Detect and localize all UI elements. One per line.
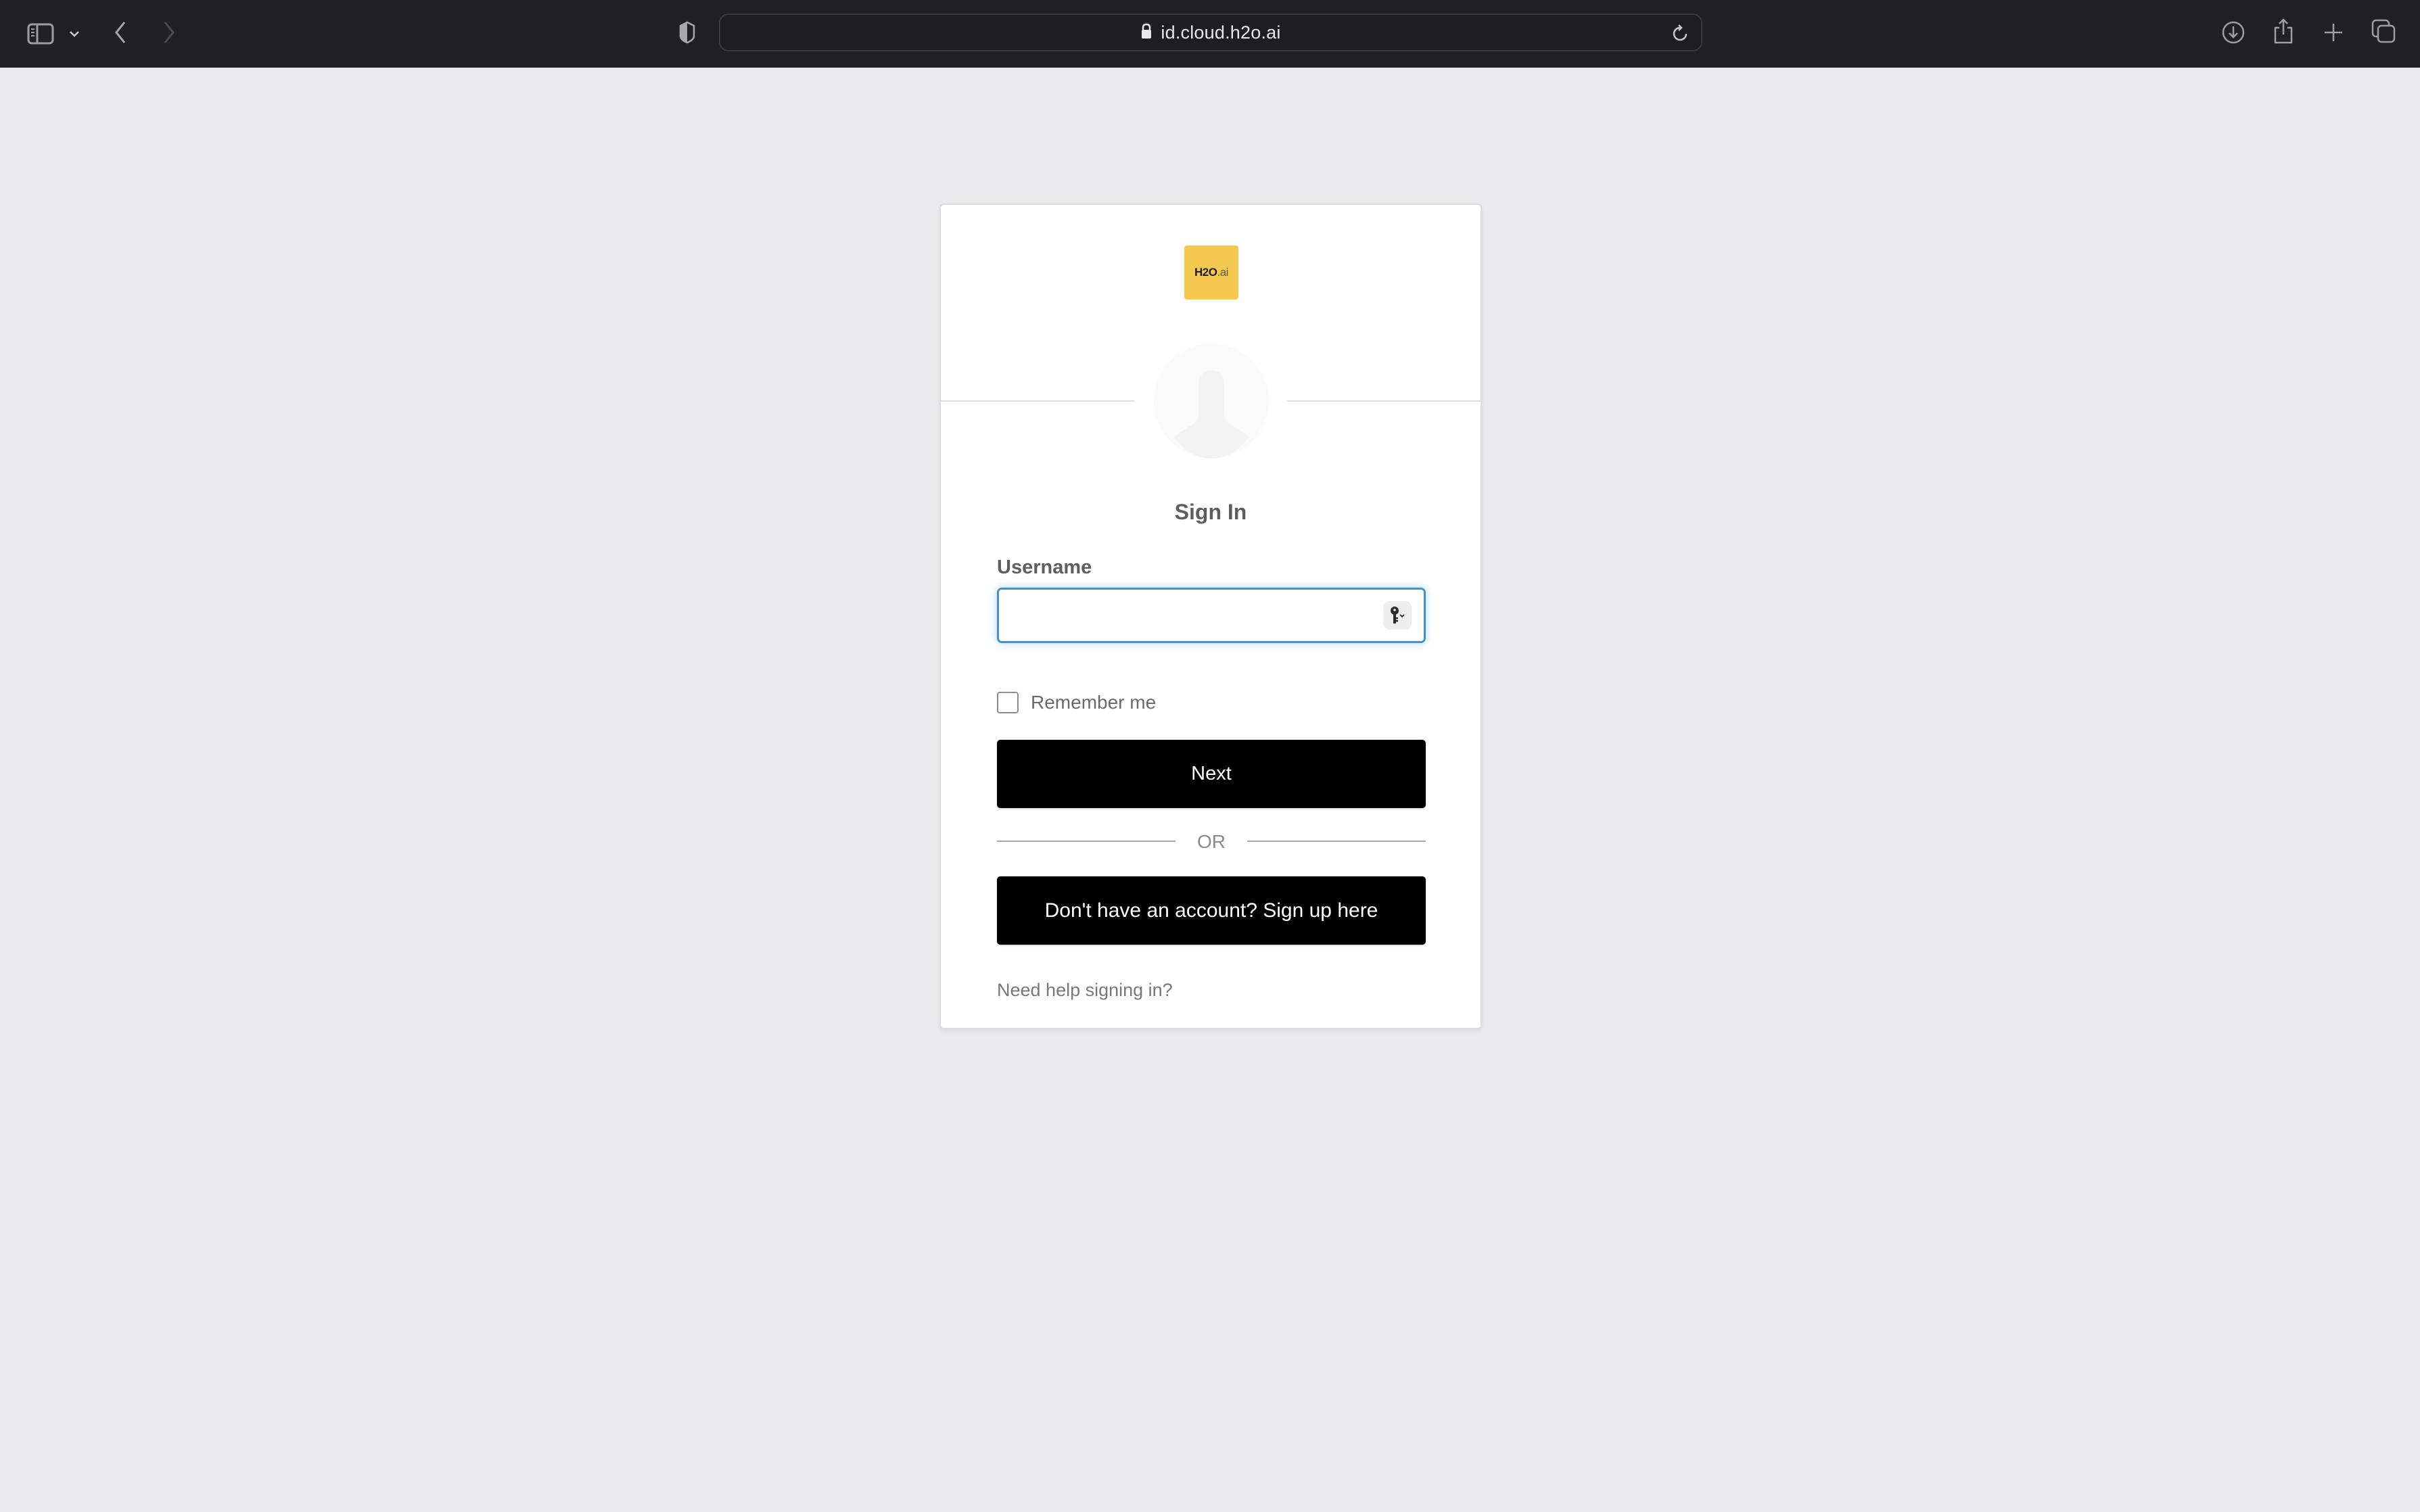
password-autofill-key-icon[interactable] — [1383, 601, 1412, 630]
chevron-down-icon[interactable] — [66, 26, 83, 42]
logo-suffix-text: .ai — [1217, 266, 1229, 279]
forward-chevron-icon[interactable] — [158, 19, 180, 46]
reload-icon[interactable] — [1671, 23, 1690, 47]
address-bar[interactable]: id.cloud.h2o.ai — [719, 14, 1702, 51]
or-text: OR — [1197, 831, 1226, 852]
next-button[interactable]: Next — [997, 740, 1426, 808]
username-input[interactable] — [999, 590, 1424, 641]
user-avatar-icon — [1154, 344, 1269, 458]
back-chevron-icon[interactable] — [110, 19, 131, 46]
or-divider: OR — [997, 831, 1426, 858]
username-field-wrapper — [997, 588, 1426, 643]
login-card: H2O .ai Sign In Username Remember me Next… — [939, 204, 1482, 1029]
remember-me-row[interactable]: Remember me — [997, 692, 1156, 713]
sign-up-button[interactable]: Don't have an account? Sign up here — [997, 876, 1426, 945]
remember-me-label[interactable]: Remember me — [1031, 692, 1156, 713]
header-divider-left — [941, 400, 1134, 402]
help-signing-in-link[interactable]: Need help signing in? — [997, 980, 1173, 1001]
username-label: Username — [997, 557, 1092, 578]
header-divider-right — [1287, 400, 1481, 402]
lock-icon — [1140, 23, 1153, 43]
url-text: id.cloud.h2o.ai — [1161, 22, 1281, 43]
sidebar-icon[interactable] — [26, 19, 55, 49]
tab-overview-icon[interactable] — [2370, 18, 2397, 45]
page-title: Sign In — [1174, 500, 1247, 524]
browser-toolbar: id.cloud.h2o.ai — [0, 0, 2420, 68]
h2o-logo: H2O .ai — [1184, 245, 1238, 300]
remember-me-checkbox[interactable] — [997, 692, 1019, 713]
share-icon[interactable] — [2270, 16, 2297, 46]
download-icon[interactable] — [2220, 19, 2247, 46]
shield-icon[interactable] — [675, 19, 699, 46]
or-line-right — [1247, 841, 1426, 842]
logo-main-text: H2O — [1194, 266, 1217, 279]
plus-icon[interactable] — [2320, 19, 2347, 46]
